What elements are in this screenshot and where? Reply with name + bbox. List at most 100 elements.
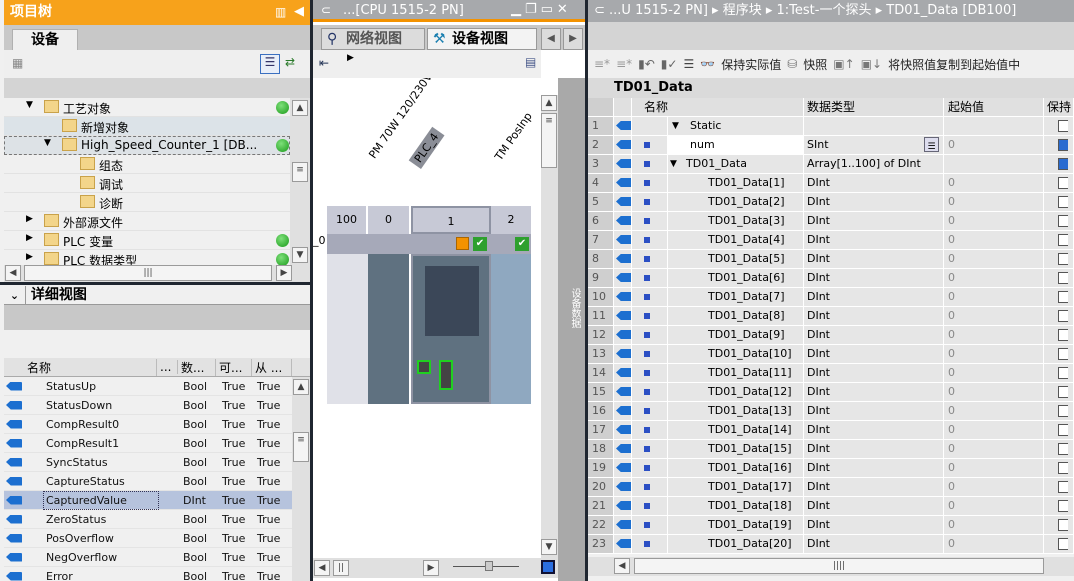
db-member-type[interactable] [804, 117, 944, 135]
db-member-start-value[interactable]: 0 [944, 364, 1044, 382]
retain-checkbox[interactable] [1058, 120, 1068, 132]
scroll-left-button[interactable]: ◀ [314, 560, 330, 576]
tree-item[interactable]: 组态 [4, 155, 290, 174]
insert-row-icon[interactable]: ≡* [594, 57, 610, 71]
breadcrumb-item[interactable]: TD01_Data [DB100] [886, 3, 1016, 18]
db-member-type[interactable]: DInt [804, 516, 944, 534]
details-row[interactable]: CaptureStatus Bool True True [4, 472, 292, 491]
tab-network-view[interactable]: ⚲ 网络视图 [321, 28, 425, 50]
db-member-start-value[interactable]: 0 [944, 212, 1044, 230]
device-overview-icon[interactable]: ▤ [525, 55, 536, 69]
window-controls[interactable]: ▁❐▭✕ [511, 2, 572, 17]
retain-checkbox[interactable] [1058, 500, 1068, 512]
db-member-start-value[interactable]: 0 [944, 478, 1044, 496]
db-member-name[interactable]: Static [690, 117, 721, 135]
slot-100[interactable]: 100 [327, 206, 368, 234]
scroll-thumb[interactable]: ≡ [292, 162, 308, 182]
reset-start-values-icon[interactable]: ▮↶ [638, 57, 655, 71]
retain-checkbox[interactable] [1058, 443, 1068, 455]
tree-item[interactable]: ▶ PLC 数据类型 [4, 250, 290, 265]
db-member-type[interactable]: DInt [804, 535, 944, 553]
db-member-start-value[interactable]: 0 [944, 440, 1044, 458]
db-row[interactable]: 11 TD01_Data[8] DInt 0 [588, 307, 1074, 326]
canvas-vertical-scrollbar[interactable]: ▲ ≡ ▼ [541, 95, 558, 562]
scroll-up-button[interactable]: ▲ [293, 379, 309, 395]
tree-vertical-scrollbar[interactable]: ▲ ≡ ▼ [290, 98, 310, 265]
tree-horizontal-scrollbar[interactable]: ◀ ||| ▶ [4, 265, 310, 282]
col-name[interactable]: 名称 [632, 98, 804, 116]
collapsed-arrow-icon[interactable]: ▶ [26, 233, 33, 243]
db-member-type[interactable]: DInt [804, 269, 944, 287]
db-member-start-value[interactable]: 0 [944, 402, 1044, 420]
db-member-start-value[interactable]: 0 [944, 459, 1044, 477]
db-member-name[interactable]: TD01_Data[14] [708, 421, 792, 439]
scroll-thumb[interactable]: ≡ [293, 432, 309, 462]
breadcrumb-item[interactable]: 程序块 [723, 3, 762, 18]
scroll-thumb[interactable]: ||| [24, 265, 272, 281]
db-row[interactable]: 7 TD01_Data[4] DInt 0 [588, 231, 1074, 250]
expand-arrow-icon[interactable]: ▶ [347, 53, 354, 63]
db-member-name[interactable]: TD01_Data[11] [708, 364, 792, 382]
db-member-name[interactable]: TD01_Data [686, 155, 747, 173]
db-member-start-value[interactable] [944, 117, 1044, 135]
db-row[interactable]: 6 TD01_Data[3] DInt 0 [588, 212, 1074, 231]
scroll-left-button[interactable]: ◀ [5, 265, 21, 281]
db-row[interactable]: 18 TD01_Data[15] DInt 0 [588, 440, 1074, 459]
db-row[interactable]: 9 TD01_Data[6] DInt 0 [588, 269, 1074, 288]
module-label-tm[interactable]: TM PosInp [492, 110, 535, 163]
retain-checkbox[interactable] [1058, 405, 1068, 417]
db-row[interactable]: 13 TD01_Data[10] DInt 0 [588, 345, 1074, 364]
db-member-start-value[interactable]: 0 [944, 174, 1044, 192]
db-member-start-value[interactable]: 0 [944, 136, 1044, 154]
db-member-type[interactable]: DInt [804, 421, 944, 439]
tree-item[interactable]: ▼ High_Speed_Counter_1 [DB... [4, 136, 290, 155]
col-datatype[interactable]: 数据类型 [804, 98, 944, 116]
db-row[interactable]: 3 ▼ TD01_Data Array[1..100] of DInt [588, 155, 1074, 174]
list-view-icon[interactable]: ☰ [260, 54, 280, 74]
db-member-type[interactable]: DInt [804, 345, 944, 363]
db-member-name[interactable]: TD01_Data[1] [708, 174, 785, 192]
tree-item[interactable]: ▼ 工艺对象 [4, 98, 290, 117]
details-scrollbar[interactable]: ▲ ≡ [292, 377, 310, 581]
db-member-type[interactable]: DInt [804, 212, 944, 230]
scroll-down-button[interactable]: ▼ [541, 539, 557, 555]
tm-module[interactable] [491, 254, 533, 404]
retain-checkbox[interactable] [1058, 386, 1068, 398]
col-retain[interactable]: 保持 [1044, 98, 1074, 116]
tab-scroll-left[interactable]: ◀ [541, 28, 561, 50]
col-writable[interactable]: 从 ... [252, 358, 292, 376]
db-member-name[interactable]: TD01_Data[3] [708, 212, 785, 230]
col-accessible[interactable]: 可... [216, 358, 252, 376]
retain-checkbox[interactable] [1058, 139, 1068, 151]
db-member-start-value[interactable]: 0 [944, 497, 1044, 515]
db-row[interactable]: 8 TD01_Data[5] DInt 0 [588, 250, 1074, 269]
db-member-type[interactable]: DInt [804, 459, 944, 477]
db-member-type[interactable]: Array[1..100] of DInt [804, 155, 944, 173]
db-member-name[interactable]: TD01_Data[18] [708, 497, 792, 515]
snapshot-up-icon[interactable]: ▣↑ [833, 57, 854, 71]
db-member-type[interactable]: DInt [804, 440, 944, 458]
scroll-thumb[interactable]: ≡ [541, 113, 557, 168]
slot-0[interactable]: 0 [368, 206, 411, 234]
slot-2[interactable]: 2 [491, 206, 533, 234]
expanded-arrow-icon[interactable]: ▼ [44, 138, 51, 148]
db-member-type[interactable]: DInt [804, 383, 944, 401]
details-row[interactable]: PosOverflow Bool True True [4, 529, 292, 548]
scroll-thumb[interactable]: |||| [634, 558, 1044, 574]
db-member-start-value[interactable]: 0 [944, 535, 1044, 553]
tab-device-view[interactable]: ⚒ 设备视图 [427, 28, 537, 50]
retain-checkbox[interactable] [1058, 367, 1068, 379]
details-row[interactable]: Error Bool True True [4, 567, 292, 581]
db-member-start-value[interactable]: 0 [944, 345, 1044, 363]
module-label-plc[interactable]: PLC_4 [408, 126, 445, 169]
scroll-down-button[interactable]: ▼ [292, 247, 308, 263]
slot-1[interactable]: 1 [411, 206, 491, 234]
db-member-name[interactable]: TD01_Data[19] [708, 516, 792, 534]
canvas-horizontal-scrollbar[interactable]: ◀ || ▶ [313, 558, 558, 578]
pin-icon[interactable]: ⊂ [321, 3, 331, 17]
db-row[interactable]: 21 TD01_Data[18] DInt 0 [588, 497, 1074, 516]
db-member-type[interactable]: DInt [804, 364, 944, 382]
db-row[interactable]: 20 TD01_Data[17] DInt 0 [588, 478, 1074, 497]
db-member-start-value[interactable]: 0 [944, 231, 1044, 249]
zoom-slider-handle[interactable] [485, 561, 493, 571]
